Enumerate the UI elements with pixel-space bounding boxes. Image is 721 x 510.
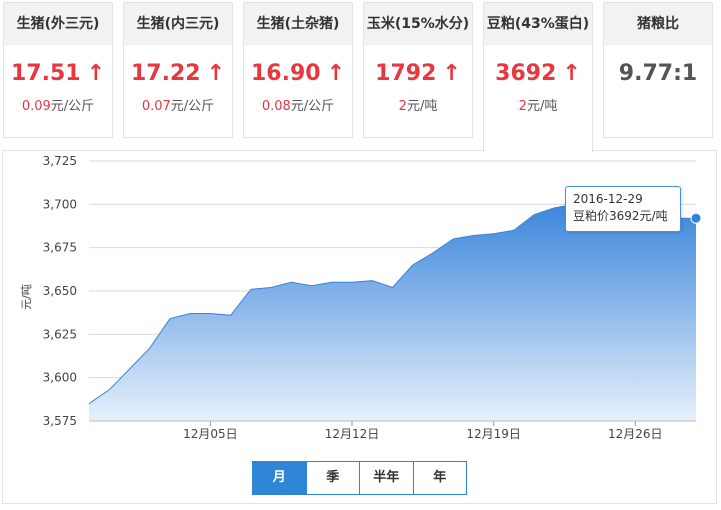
tooltip-text: 豆粕价3692元/吨: [573, 209, 668, 223]
card-change: 0.08元/公斤: [244, 95, 352, 114]
card-title: 生猪(外三元): [4, 3, 112, 45]
price-value: 17.22: [130, 61, 201, 86]
change-unit: 元/公斤: [170, 99, 215, 114]
change-unit: 元/吨: [526, 99, 558, 114]
card-price: 3692 ↑: [484, 59, 592, 89]
change-unit: 元/公斤: [50, 99, 95, 114]
x-tick-label: 12月05日: [183, 427, 238, 441]
card-price: 1792 ↑: [364, 59, 472, 89]
change-value: 2: [518, 99, 527, 114]
card-pig-outer[interactable]: 生猪(外三元) 17.51 ↑ 0.09元/公斤: [3, 2, 113, 138]
card-soymeal[interactable]: 豆粕(43%蛋白) 3692 ↑ 2元/吨: [483, 2, 593, 152]
highlight-point[interactable]: [690, 212, 702, 224]
y-axis-label: 元/吨: [20, 284, 33, 310]
up-arrow-icon: ↑: [326, 61, 346, 86]
y-axis: 3,575 3,600 3,625 3,650 3,675 3,700 3,725: [43, 154, 77, 428]
range-tabs: 月 季 半年 年: [252, 461, 467, 495]
card-title: 猪粮比: [604, 3, 712, 45]
card-change: 0.07元/公斤: [124, 95, 232, 114]
card-title: 生猪(内三元): [124, 3, 232, 45]
up-arrow-icon: ↑: [86, 61, 106, 86]
up-arrow-icon: ↑: [562, 61, 581, 86]
y-tick-label: 3,700: [43, 197, 77, 211]
change-value: 2: [398, 99, 407, 114]
card-pig-grain-ratio[interactable]: 猪粮比 9.77:1: [603, 2, 713, 138]
y-tick-label: 3,725: [43, 154, 77, 168]
card-change: 2元/吨: [484, 95, 592, 114]
y-tick-label: 3,650: [43, 284, 77, 298]
price-value: 3692: [495, 61, 557, 86]
y-tick-label: 3,600: [43, 371, 77, 385]
card-title: 豆粕(43%蛋白): [484, 3, 592, 45]
change-unit: 元/吨: [406, 99, 438, 114]
x-axis: 12月05日 12月12日 12月19日 12月26日: [89, 420, 696, 441]
card-title: 生猪(土杂猪): [244, 3, 352, 45]
price-value: 17.51: [10, 61, 81, 86]
x-tick-label: 12月19日: [466, 427, 521, 441]
card-change: 2元/吨: [364, 95, 472, 114]
change-value: 0.09: [21, 99, 51, 114]
ratio-value: 9.77:1: [618, 61, 698, 86]
y-tick-label: 3,625: [43, 327, 77, 341]
price-cards: 生猪(外三元) 17.51 ↑ 0.09元/公斤 生猪(内三元) 17.22 ↑ 0…: [0, 0, 721, 152]
chart-panel: 3,575 3,600 3,625 3,650 3,675 3,700 3,725 12月0…: [2, 150, 717, 504]
y-tick-label: 3,675: [43, 241, 77, 255]
card-corn[interactable]: 玉米(15%水分) 1792 ↑ 2元/吨: [363, 2, 473, 138]
up-arrow-icon: ↑: [442, 61, 461, 86]
y-tick-label: 3,575: [43, 414, 77, 428]
card-price: 17.51 ↑: [4, 59, 112, 89]
card-pig-local[interactable]: 生猪(土杂猪) 16.90 ↑ 0.08元/公斤: [243, 2, 353, 138]
change-value: 0.08: [261, 99, 291, 114]
series-area: [88, 203, 696, 421]
tab-half-year[interactable]: 半年: [359, 462, 413, 494]
x-tick-label: 12月12日: [325, 427, 380, 441]
series-area-fill: [89, 204, 696, 421]
card-title: 玉米(15%水分): [364, 3, 472, 45]
x-tick-label: 12月26日: [608, 427, 663, 441]
card-price: 17.22 ↑: [124, 59, 232, 89]
change-unit: 元/公斤: [290, 99, 335, 114]
card-price: 16.90 ↑: [244, 59, 352, 89]
tab-quarter[interactable]: 季: [305, 462, 359, 494]
price-value: 1792: [375, 61, 437, 86]
change-value: 0.07: [141, 99, 171, 114]
chart-tooltip: 2016-12-29 豆粕价3692元/吨: [565, 186, 681, 232]
highlight-point-layer: [690, 212, 702, 224]
price-value: 16.90: [250, 61, 321, 86]
card-pig-inner[interactable]: 生猪(内三元) 17.22 ↑ 0.07元/公斤: [123, 2, 233, 138]
tab-year[interactable]: 年: [412, 462, 466, 494]
tooltip-date: 2016-12-29: [573, 192, 643, 206]
tab-month[interactable]: 月: [253, 462, 306, 494]
up-arrow-icon: ↑: [206, 61, 226, 86]
card-change: 0.09元/公斤: [4, 95, 112, 114]
